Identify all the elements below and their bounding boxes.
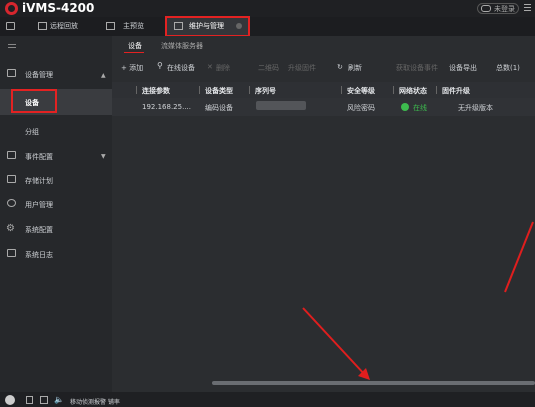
annotation-arrows [302, 221, 534, 380]
arrow-line-2 [504, 221, 534, 293]
image-icon[interactable] [40, 396, 48, 404]
speaker-icon[interactable]: 🔈 [54, 395, 64, 404]
arrow-line-1 [302, 307, 367, 377]
trash-icon[interactable] [26, 396, 33, 404]
alarm-icon[interactable] [5, 395, 15, 405]
status-text: 移动侦测报警 铺率 [70, 399, 120, 406]
